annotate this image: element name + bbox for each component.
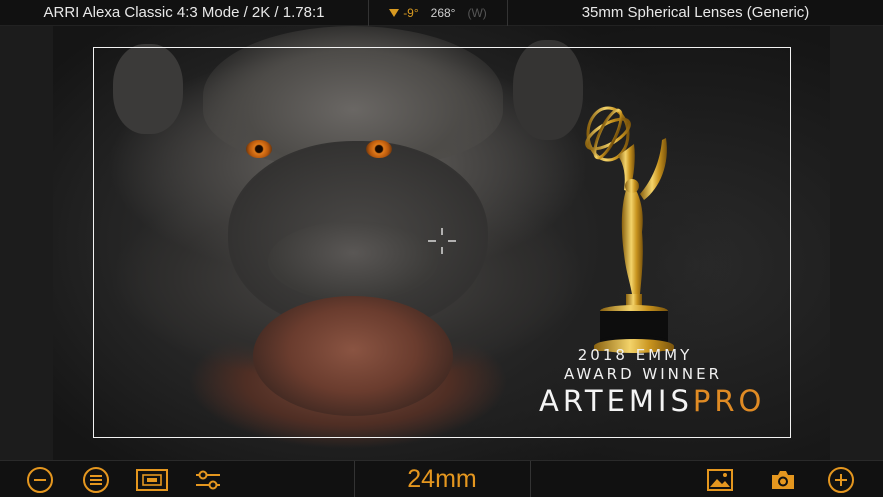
tilt-value: -9° <box>403 5 419 20</box>
camera-icon <box>772 471 794 489</box>
artemis-pro-logo: ARTEMISPRO <box>539 384 765 418</box>
toolbar-divider-right <box>530 461 531 497</box>
brand-artemis: ARTEMIS <box>539 384 693 418</box>
right-letterbox <box>830 26 883 460</box>
camera-viewport[interactable]: 2018 EMMY AWARD WINNER ARTEMISPRO <box>0 26 883 460</box>
emmy-award-text: AWARD WINNER <box>563 365 723 383</box>
zoom-out-button[interactable] <box>26 466 54 494</box>
capture-button[interactable] <box>768 466 798 494</box>
minus-circle-icon <box>27 467 53 493</box>
tilt-readout: -9° <box>389 5 419 20</box>
brand-pro: PRO <box>692 384 766 418</box>
compass-direction: (W) <box>467 5 487 20</box>
focus-crosshair-icon[interactable] <box>426 226 458 256</box>
lens-set-label[interactable]: 35mm Spherical Lenses (Generic) <box>508 4 883 21</box>
frame-lines-icon <box>136 469 168 491</box>
emmy-year-text: 2018 EMMY <box>577 346 693 364</box>
left-letterbox <box>0 26 53 460</box>
frame-lines-button[interactable] <box>136 466 168 494</box>
camera-format-label[interactable]: ARRI Alexa Classic 4:3 Mode / 2K / 1.78:… <box>0 4 368 21</box>
focal-length-display[interactable]: 24mm <box>354 463 530 496</box>
heading-value: 268° <box>430 5 456 20</box>
tilt-down-icon <box>389 8 400 17</box>
top-status-bar: ARRI Alexa Classic 4:3 Mode / 2K / 1.78:… <box>0 0 883 26</box>
sliders-icon <box>196 470 220 490</box>
image-gallery-icon <box>707 469 733 491</box>
plus-circle-icon <box>828 467 854 493</box>
emmy-statuette-icon <box>585 106 674 353</box>
gallery-button[interactable] <box>705 466 735 494</box>
menu-circle-icon <box>83 467 109 493</box>
menu-button[interactable] <box>82 466 110 494</box>
bottom-toolbar: 24mm <box>0 460 883 497</box>
orientation-readout: -9° 268° (W) <box>368 0 508 26</box>
settings-button[interactable] <box>194 466 222 494</box>
zoom-in-button[interactable] <box>827 466 855 494</box>
